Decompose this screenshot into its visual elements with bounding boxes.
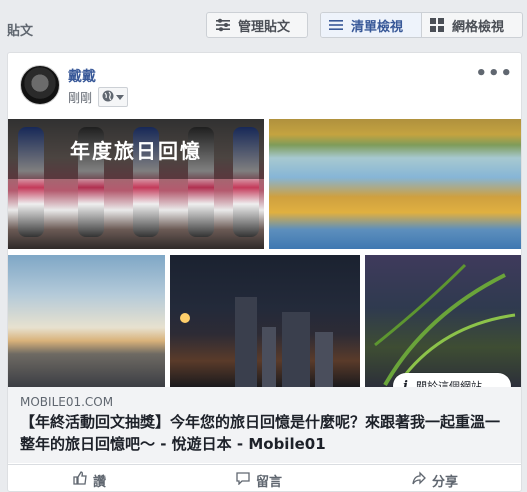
comment-label: 留言 [255,474,282,490]
post-meta: 剛剛 [68,87,129,107]
link-domain: MOBILE01.COM [20,395,114,409]
comment-button[interactable]: 留言 [236,471,282,490]
list-view-button[interactable]: 清單檢視 [321,13,422,37]
list-view-label: 清單檢視 [351,19,404,35]
post-author[interactable]: 戴戴 [68,66,96,86]
manage-posts-label: 管理貼文 [238,19,291,35]
view-toggle: 清單檢視 網格檢視 [320,12,523,38]
grid-icon [430,18,444,32]
share-label: 分享 [431,474,458,490]
post-time[interactable]: 剛剛 [68,89,92,106]
share-icon [412,471,426,489]
privacy-selector[interactable] [98,87,129,107]
photo-plants[interactable] [365,255,521,387]
manage-settings-icon [215,18,231,32]
photo-city-night[interactable] [170,255,360,387]
globe-icon [102,90,114,105]
post-photo-grid[interactable]: 年度旅日回憶 [8,119,521,387]
posts-header: 貼文 管理貼文 清單檢視 網格檢視 [0,0,527,44]
like-label: 讚 [92,474,106,490]
grid-view-label: 網格檢視 [452,19,505,35]
share-button[interactable]: 分享 [412,471,458,490]
manage-posts-button[interactable]: 管理貼文 [206,12,308,38]
photo-coastal-sunset[interactable] [8,255,165,387]
comment-icon [236,471,250,489]
grid-view-button[interactable]: 網格檢視 [422,13,512,37]
photo-dancers[interactable]: 年度旅日回憶 [8,119,264,249]
thumbs-up-icon [73,471,87,489]
post-actions: 讚 留言 分享 [8,464,521,491]
like-button[interactable]: 讚 [73,471,106,490]
section-title: 貼文 [7,24,34,39]
link-title[interactable]: 【年終活動回文抽獎】今年您的旅日回憶是什麼呢？來跟著我一起重溫一整年的旅日回憶吧… [20,411,510,455]
more-options-icon[interactable]: ••• [475,63,513,84]
photo-overlay-title: 年度旅日回憶 [8,119,264,179]
chevron-down-icon [116,90,125,104]
link-preview[interactable]: MOBILE01.COM 【年終活動回文抽獎】今年您的旅日回憶是什麼呢？來跟著我… [8,387,521,463]
avatar[interactable] [20,65,60,105]
post-card: 戴戴 剛剛 ••• 年度旅日回憶 i MOBILE01.COM 【年終活動回文抽… [7,52,522,492]
list-icon [329,19,343,31]
photo-autumn-river[interactable] [269,119,521,249]
